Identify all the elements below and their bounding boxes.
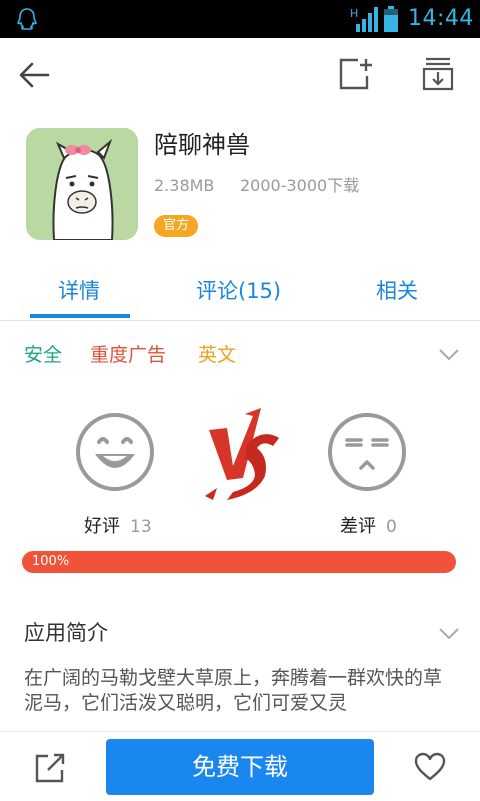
tab-bar: 详情 评论(15) 相关 (0, 262, 480, 320)
qq-notification-icon (17, 8, 37, 30)
expand-tags-chevron-icon[interactable] (438, 348, 460, 362)
vs-icon (205, 408, 279, 500)
bad-review-label: 差评 (340, 516, 376, 537)
back-arrow-icon[interactable] (18, 60, 52, 90)
app-icon (26, 128, 138, 240)
bottom-bar: 免费下载 (0, 731, 480, 801)
favorite-heart-icon[interactable] (414, 752, 446, 782)
add-to-desktop-icon[interactable] (336, 56, 372, 92)
free-download-button[interactable]: 免费下载 (106, 739, 374, 795)
good-review-count: 13 (130, 517, 152, 537)
tab-comments[interactable]: 评论(15) (196, 276, 281, 306)
happy-face-icon (76, 413, 154, 491)
tag-safe: 安全 (24, 344, 63, 366)
expand-intro-chevron-icon[interactable] (438, 627, 460, 641)
active-tab-indicator (30, 314, 130, 318)
alpaca-icon (26, 128, 138, 240)
download-manager-icon[interactable] (420, 56, 456, 92)
official-badge: 官方 (154, 215, 198, 237)
tab-related[interactable]: 相关 (376, 276, 418, 306)
tag-heavy-ads: 重度广告 (90, 344, 167, 366)
rating-percent: 100% (32, 554, 70, 569)
intro-text: 在广阔的马勒戈壁大草原上，奔腾着一群欢快的草泥马，它们活泼又聪明，它们可爱又灵 (24, 667, 443, 714)
top-bar (0, 38, 480, 112)
status-time: 14:44 (408, 6, 474, 31)
unhappy-face-icon (328, 413, 406, 491)
bad-review-count: 0 (386, 517, 397, 537)
divider (0, 320, 480, 321)
signal-icon: H (350, 7, 378, 32)
intro-title: 应用简介 (24, 621, 108, 645)
status-bar: H 14:44 (0, 0, 480, 38)
tab-details[interactable]: 详情 (58, 276, 100, 306)
share-icon[interactable] (34, 752, 66, 784)
battery-icon (384, 6, 398, 32)
app-size: 2.38MB (154, 176, 215, 195)
app-name: 陪聊神兽 (154, 131, 250, 159)
tag-english: 英文 (198, 344, 237, 366)
download-count: 2000-3000下载 (240, 176, 360, 195)
svg-text:H: H (350, 7, 358, 20)
good-review-label: 好评 (84, 516, 120, 537)
rating-progress-bar: 100% (22, 551, 456, 573)
